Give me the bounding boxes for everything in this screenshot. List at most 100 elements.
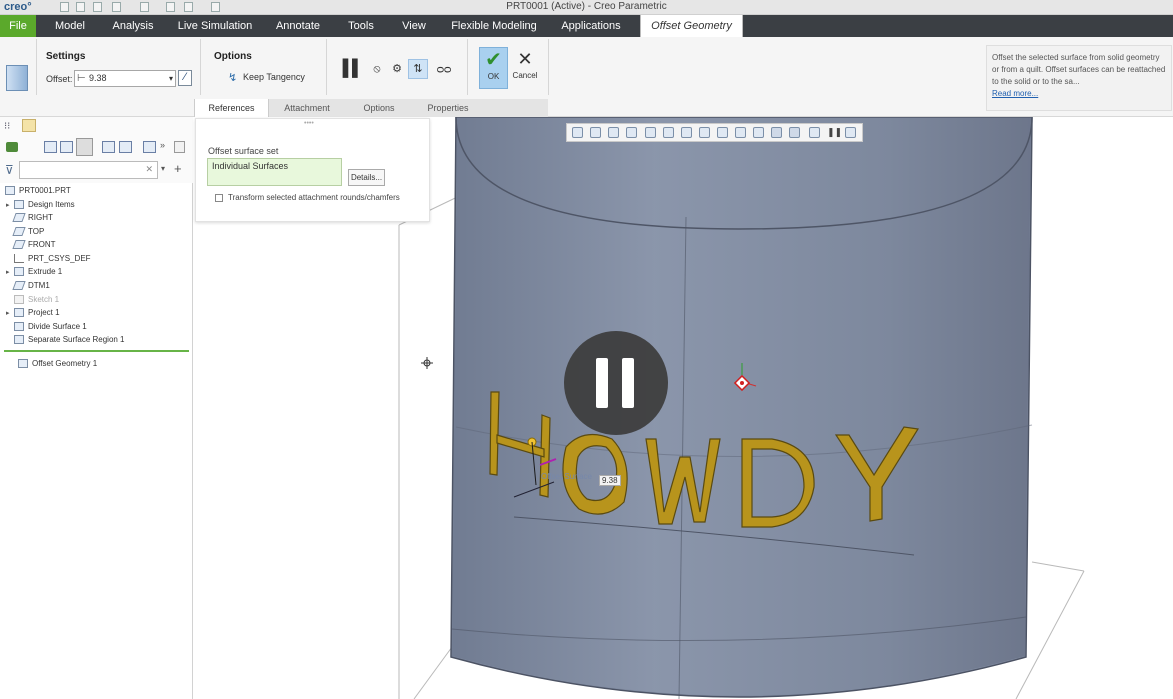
- tree-item-divide-surface-1[interactable]: Divide Surface 1: [14, 320, 87, 333]
- glasses-icon[interactable]: ᴑᴑ: [434, 59, 454, 79]
- display-style-icon[interactable]: [663, 127, 674, 138]
- tree-item-csys[interactable]: PRT_CSYS_DEF: [14, 252, 91, 265]
- tab-options[interactable]: Options: [346, 99, 412, 117]
- view-manager-icon[interactable]: [699, 127, 710, 138]
- annotation-display-icon[interactable]: [753, 127, 764, 138]
- pause-bar-right: [622, 358, 634, 408]
- render-icon[interactable]: [809, 127, 820, 138]
- folder-browser-icon[interactable]: [22, 119, 36, 132]
- saved-views-icon[interactable]: [681, 127, 692, 138]
- tree-item-top[interactable]: TOP: [12, 225, 44, 238]
- keep-tangency-option[interactable]: Keep Tangency: [243, 72, 305, 82]
- title-bar: creo° PRT0001 (Active) - Creo Parametric: [0, 0, 1173, 15]
- tree-item-project-1[interactable]: ▸ Project 1: [6, 306, 60, 319]
- menu-live-simulation[interactable]: Live Simulation: [172, 15, 258, 37]
- verify-icon[interactable]: ⇅: [408, 59, 428, 79]
- menu-applications[interactable]: Applications: [552, 15, 630, 37]
- datum-plane-icon: [12, 240, 26, 250]
- tree-sort-icon[interactable]: [143, 141, 156, 153]
- tree-item-dtm1[interactable]: DTM1: [12, 279, 50, 292]
- menu-annotate[interactable]: Annotate: [266, 15, 330, 37]
- tree-item-right[interactable]: RIGHT: [12, 211, 53, 224]
- offset-dimension-tag[interactable]: 9.38: [599, 475, 621, 486]
- tab-references[interactable]: References: [194, 99, 269, 117]
- expand-icon[interactable]: ▸: [6, 266, 14, 279]
- menu-tools[interactable]: Tools: [338, 15, 384, 37]
- transform-checkbox[interactable]: [215, 194, 223, 202]
- perspective-icon[interactable]: [717, 127, 728, 138]
- tab-attachment[interactable]: Attachment: [271, 99, 343, 117]
- menu-analysis[interactable]: Analysis: [104, 15, 162, 37]
- tab-properties[interactable]: Properties: [414, 99, 482, 117]
- ok-label: OK: [487, 72, 500, 81]
- offset-surface-ghost-label: Offset Surface: [541, 472, 592, 481]
- menu-view[interactable]: View: [392, 15, 436, 37]
- model-tree: PRT0001.PRT ▸ Design Items RIGHT TOP FRON…: [0, 183, 193, 699]
- preview-icon[interactable]: ⚙: [387, 59, 407, 79]
- tree-item-prt0001[interactable]: PRT0001.PRT: [5, 184, 71, 197]
- model-tree-icon[interactable]: ⁝⁝: [4, 121, 10, 132]
- chevron-down-icon[interactable]: ▾: [169, 71, 173, 86]
- close-icon: ✕: [517, 49, 533, 69]
- zoom-out-icon[interactable]: [608, 127, 619, 138]
- flip-direction-icon[interactable]: ⁄: [178, 70, 192, 86]
- offset-surface-collector[interactable]: Individual Surfaces: [207, 158, 342, 186]
- tree-filter-settings-icon[interactable]: [102, 141, 115, 153]
- details-button[interactable]: Details...: [348, 169, 385, 186]
- video-pause-button[interactable]: [564, 331, 668, 435]
- read-more-link[interactable]: Read more...: [992, 89, 1038, 98]
- add-filter-icon[interactable]: +: [174, 161, 182, 176]
- repaint-icon[interactable]: [626, 127, 637, 138]
- menu-bar: File Model Analysis Live Simulation Anno…: [0, 15, 1173, 37]
- tree-item-sketch-1[interactable]: Sketch 1: [14, 293, 59, 306]
- show-icon[interactable]: [6, 142, 18, 152]
- clear-search-icon[interactable]: ✕: [145, 164, 153, 175]
- tree-print-icon[interactable]: [174, 141, 185, 153]
- zoom-in-icon[interactable]: [590, 127, 601, 138]
- references-panel: •••• Offset surface set Individual Surfa…: [195, 118, 430, 222]
- tree-collapse-icon[interactable]: [60, 141, 73, 153]
- tree-item-separate-surface-region-1[interactable]: Separate Surface Region 1: [14, 333, 125, 346]
- expand-icon[interactable]: ▸: [6, 199, 14, 212]
- tree-item-extrude-1[interactable]: ▸ Extrude 1: [6, 265, 62, 278]
- tree-display-icon[interactable]: [119, 141, 132, 153]
- expand-icon[interactable]: ▸: [6, 307, 14, 320]
- transform-label: Transform selected attachment rounds/cha…: [228, 193, 400, 202]
- tree-search-input[interactable]: ✕: [19, 161, 158, 179]
- spin-center-icon[interactable]: [771, 127, 782, 138]
- cancel-button[interactable]: ✕ Cancel: [510, 47, 540, 89]
- offset-label: Offset:: [46, 74, 73, 84]
- more-icon[interactable]: »: [160, 140, 165, 150]
- tree-item-design-items[interactable]: ▸ Design Items: [6, 198, 75, 211]
- filter-icon[interactable]: ⊽: [5, 163, 14, 177]
- no-preview-icon[interactable]: ⦸: [367, 59, 387, 79]
- datum-display-icon[interactable]: [735, 127, 746, 138]
- panel-grip-icon[interactable]: ••••: [304, 120, 314, 127]
- part-icon: [5, 186, 15, 196]
- pan-icon[interactable]: [645, 127, 656, 138]
- menu-flexible-modeling[interactable]: Flexible Modeling: [446, 15, 542, 37]
- menu-model[interactable]: Model: [44, 15, 96, 37]
- ok-button[interactable]: ✔ OK: [479, 47, 508, 89]
- divide-surface-icon: [14, 322, 24, 332]
- options-icon[interactable]: [845, 127, 856, 138]
- insert-here-line[interactable]: [4, 350, 189, 352]
- filter-dropdown-icon[interactable]: ▾: [161, 164, 165, 173]
- offset-value-input[interactable]: 9.38 ▾: [74, 70, 176, 87]
- datum-plane-icon: [12, 213, 26, 223]
- menu-offset-geometry[interactable]: Offset Geometry: [640, 15, 743, 37]
- menu-file[interactable]: File: [0, 15, 36, 37]
- tree-columns-icon[interactable]: [44, 141, 57, 153]
- refit-icon[interactable]: [572, 127, 583, 138]
- csys-display-icon[interactable]: [789, 127, 800, 138]
- help-panel: Offset the selected surface from solid g…: [986, 45, 1172, 111]
- tree-item-offset-geometry-1[interactable]: Offset Geometry 1: [18, 357, 97, 370]
- offset-geometry-icon: [18, 359, 28, 369]
- tree-layers-icon[interactable]: [76, 138, 93, 156]
- graphics-toolbar: ❚❚: [566, 123, 863, 142]
- cancel-label: Cancel: [512, 71, 538, 80]
- pause-icon[interactable]: ▌▌: [342, 59, 364, 79]
- extrude-icon: [14, 267, 24, 277]
- tree-item-front[interactable]: FRONT: [12, 238, 56, 251]
- pause-display-icon[interactable]: ❚❚: [827, 127, 842, 138]
